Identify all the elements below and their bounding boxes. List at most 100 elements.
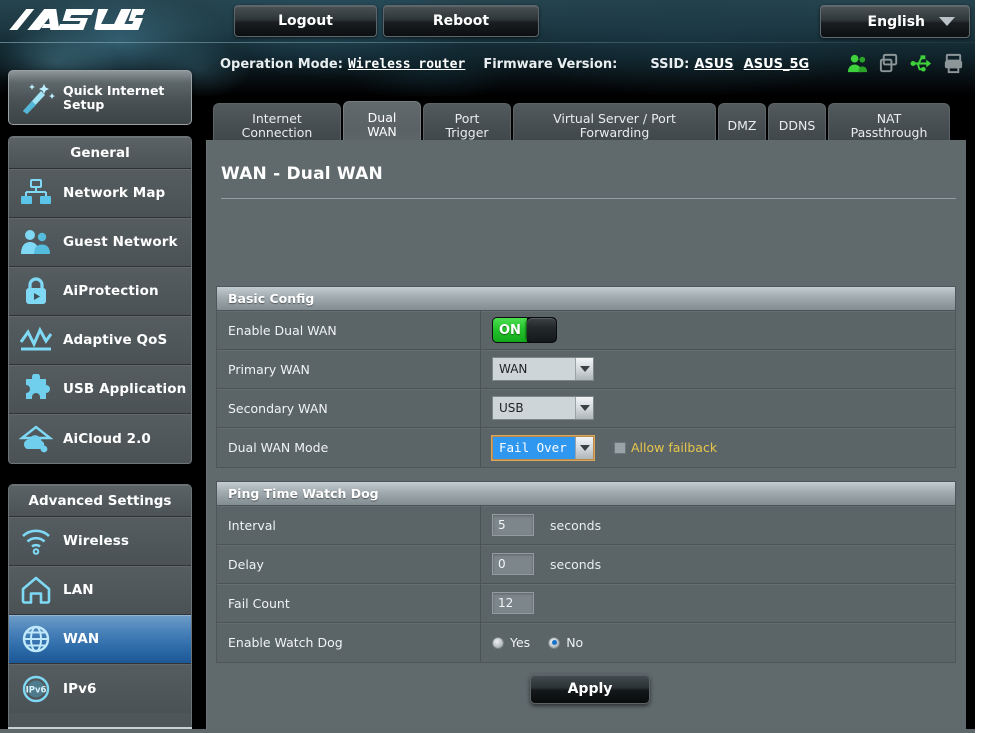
operation-mode-value[interactable]: Wireless router — [348, 57, 465, 72]
row-fail-count: Fail Count 12 — [217, 584, 955, 623]
row-label: Enable Dual WAN — [217, 311, 481, 349]
interval-unit: seconds — [550, 517, 602, 533]
sidebar-item-aiprotection[interactable]: AiProtection — [9, 267, 191, 316]
sidebar-item-usb-application[interactable]: USB Application — [9, 365, 191, 414]
row-value: ON — [481, 317, 955, 343]
row-delay: Delay 0 seconds — [217, 545, 955, 584]
sidebar-item-aicloud[interactable]: AiCloud 2.0 — [9, 414, 191, 463]
language-label: English — [867, 13, 925, 30]
allow-failback-checkbox[interactable] — [614, 441, 626, 454]
sidebar-item-lan[interactable]: LAN — [9, 566, 191, 615]
logout-button[interactable]: Logout — [234, 5, 377, 37]
row-label: Secondary WAN — [217, 389, 481, 427]
basic-config-section-header: Basic Config — [217, 287, 955, 311]
right-scroll-strip[interactable] — [975, 0, 990, 733]
asus-logo-svg — [9, 9, 146, 30]
wifi-icon — [22, 529, 50, 555]
allow-failback-label: Allow failback — [631, 440, 718, 455]
clients-icon[interactable] — [846, 52, 869, 75]
asus-router-ui: Logout Reboot English Operation Mode: Wi… — [0, 0, 990, 733]
sidebar-label: Guest Network — [63, 234, 178, 250]
sidebar-item-wan[interactable]: WAN — [9, 615, 191, 664]
status-line: Operation Mode: Wireless router Firmware… — [220, 53, 819, 75]
sidebar-item-adaptive-qos[interactable]: Adaptive QoS — [9, 316, 191, 365]
dual-wan-mode-selected-value: Fail Over — [493, 436, 575, 459]
row-label: Interval — [217, 506, 481, 544]
row-value: WAN — [481, 357, 955, 381]
sidebar-item-wireless[interactable]: Wireless — [9, 517, 191, 566]
main-panel: WAN - Dual WAN Basic Config Enable Dual … — [206, 140, 966, 733]
sidebar-item-ipv6[interactable]: IPv6 IPv6 — [9, 664, 191, 713]
title-divider — [221, 198, 956, 199]
sidebar-item-network-map[interactable]: Network Map — [9, 169, 191, 218]
house-icon — [21, 576, 51, 604]
quick-internet-setup-button[interactable]: Quick Internet Setup — [8, 70, 192, 125]
delay-input[interactable]: 0 — [492, 553, 534, 575]
row-value: 0 seconds — [481, 553, 955, 575]
chevron-down-icon — [575, 358, 593, 380]
row-value: 5 seconds — [481, 514, 955, 536]
row-dual-wan-mode: Dual WAN Mode Fail Over Allow failback — [217, 428, 955, 467]
row-label: Primary WAN — [217, 350, 481, 388]
sidebar-item-guest-network[interactable]: Guest Network — [9, 218, 191, 267]
qos-chart-icon — [19, 326, 53, 351]
sidebar-label: AiCloud 2.0 — [63, 430, 151, 447]
usb-icon[interactable] — [910, 52, 933, 75]
header-divider — [0, 42, 975, 43]
toggle-knob — [526, 318, 556, 342]
watch-dog-section-header: Ping Time Watch Dog — [217, 482, 955, 506]
primary-wan-select[interactable]: WAN — [492, 357, 594, 381]
row-value: Fail Over Allow failback — [481, 434, 955, 461]
interval-input[interactable]: 5 — [492, 514, 534, 536]
printer-icon[interactable] — [942, 52, 965, 75]
puzzle-piece-icon — [26, 374, 50, 399]
row-label: Delay — [217, 545, 481, 583]
reboot-button[interactable]: Reboot — [383, 5, 539, 37]
ssid-value-2g[interactable]: ASUS — [694, 57, 733, 72]
sidebar-label: LAN — [63, 582, 94, 598]
row-interval: Interval 5 seconds — [217, 506, 955, 545]
primary-wan-selected-value: WAN — [499, 362, 528, 376]
row-label: Dual WAN Mode — [217, 428, 481, 467]
row-value: USB — [481, 396, 955, 420]
apply-button[interactable]: Apply — [530, 674, 650, 704]
row-value: 12 — [481, 592, 955, 614]
secondary-wan-select[interactable]: USB — [492, 396, 594, 420]
sidebar-general-menu: General Network Map Guest Network AiProt… — [8, 136, 192, 464]
page-title: WAN - Dual WAN — [221, 164, 383, 184]
qis-line-2: Setup — [63, 96, 105, 112]
toggle-on-label: ON — [493, 318, 527, 342]
ssid-value-5g[interactable]: ASUS_5G — [744, 57, 810, 72]
sidebar-general-header: General — [9, 137, 191, 169]
allow-failback-checkbox-wrap[interactable]: Allow failback — [614, 440, 717, 455]
enable-dual-wan-toggle[interactable]: ON — [492, 317, 557, 343]
row-primary-wan: Primary WAN WAN — [217, 350, 955, 389]
guest-network-icon — [21, 230, 50, 254]
watch-dog-radio-no[interactable] — [548, 636, 561, 649]
dual-wan-mode-select[interactable]: Fail Over — [491, 434, 595, 461]
sidebar-label: Wireless — [63, 533, 129, 549]
firmware-version-label: Firmware Version: — [483, 56, 618, 72]
watch-dog-radio-yes[interactable] — [492, 636, 504, 649]
sidebar-label: USB Application — [63, 381, 187, 397]
row-secondary-wan: Secondary WAN USB — [217, 389, 955, 428]
enable-watch-dog-radio-group: Yes No — [492, 635, 595, 650]
ipv6-globe-icon: IPv6 — [22, 675, 50, 702]
sidebar-label: WAN — [63, 631, 100, 647]
svg-text:IPv6: IPv6 — [26, 685, 47, 695]
sidebar-advanced-menu: Advanced Settings Wireless LAN WAN IPv6 … — [8, 484, 192, 729]
row-label: Fail Count — [217, 584, 481, 622]
chevron-down-icon — [939, 17, 955, 26]
magic-wand-icon — [23, 83, 55, 114]
asus-logo[interactable] — [5, 6, 146, 44]
row-enable-watch-dog: Enable Watch Dog Yes No — [217, 623, 955, 662]
basic-config-table: Basic Config Enable Dual WAN ON Primary … — [216, 286, 956, 468]
row-enable-dual-wan: Enable Dual WAN ON — [217, 311, 955, 350]
operation-mode-label: Operation Mode: — [220, 56, 343, 72]
sidebar-advanced-header: Advanced Settings — [9, 485, 191, 517]
devices-icon[interactable] — [878, 52, 901, 75]
network-map-icon — [21, 179, 51, 204]
fail-count-input[interactable]: 12 — [492, 592, 534, 614]
delay-unit: seconds — [550, 556, 602, 572]
language-selector[interactable]: English — [820, 5, 970, 38]
